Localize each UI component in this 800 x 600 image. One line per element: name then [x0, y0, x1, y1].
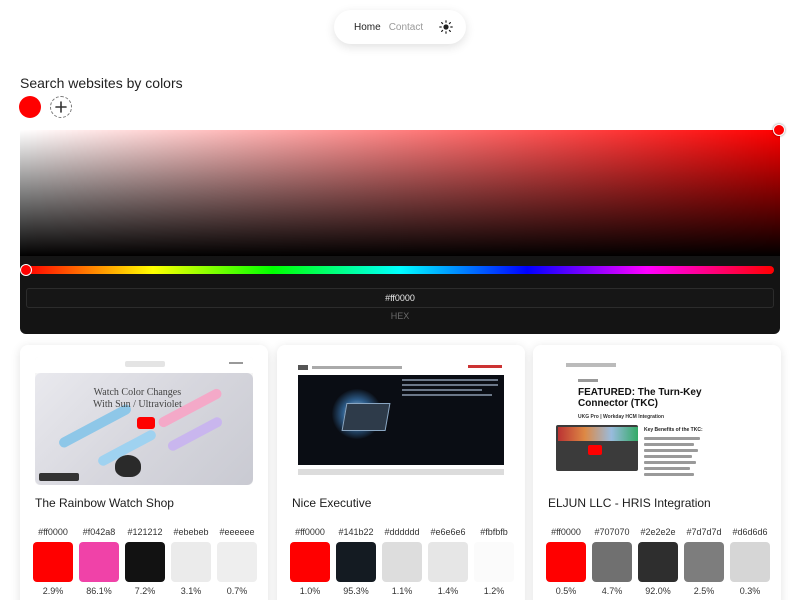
- palette-hex-label: #f042a8: [82, 527, 116, 537]
- palette-hex-label: #dddddd: [384, 527, 420, 537]
- website-screenshot[interactable]: Watch Color Changes With Sun / Ultraviole…: [35, 357, 253, 485]
- palette-color[interactable]: #121212 7.2%: [124, 527, 166, 596]
- palette-percentage: 4.7%: [601, 586, 623, 596]
- website-title[interactable]: ELJUN LLC - HRIS Integration: [548, 496, 711, 510]
- website-card[interactable]: Watch Color Changes With Sun / Ultraviole…: [20, 345, 268, 600]
- youtube-play-icon: [588, 445, 602, 455]
- palette-color[interactable]: #d6d6d6 0.3%: [729, 527, 771, 596]
- palette-swatch[interactable]: [125, 542, 165, 582]
- palette-color[interactable]: #141b22 95.3%: [335, 527, 377, 596]
- search-heading: Search websites by colors: [20, 75, 183, 91]
- palette-percentage: 1.0%: [299, 586, 321, 596]
- palette-color[interactable]: #ff0000 0.5%: [545, 527, 587, 596]
- palette-swatch[interactable]: [474, 542, 514, 582]
- website-title[interactable]: The Rainbow Watch Shop: [35, 496, 174, 510]
- hex-label: HEX: [390, 311, 410, 321]
- palette-hex-label: #141b22: [338, 527, 374, 537]
- palette-hex-label: #ff0000: [551, 527, 581, 537]
- palette-hex-label: #ebebeb: [173, 527, 209, 537]
- palette-hex-label: #2e2e2e: [640, 527, 676, 537]
- nav-home-link[interactable]: Home: [354, 22, 381, 33]
- palette-color[interactable]: #ff0000 2.9%: [32, 527, 74, 596]
- palette-percentage: 1.4%: [437, 586, 459, 596]
- palette-swatch[interactable]: [684, 542, 724, 582]
- hue-handle[interactable]: [20, 264, 32, 276]
- palette-percentage: 2.5%: [693, 586, 715, 596]
- palette-color[interactable]: #707070 4.7%: [591, 527, 633, 596]
- palette-hex-label: #ff0000: [38, 527, 68, 537]
- palette-hex-label: #ff0000: [295, 527, 325, 537]
- palette-color[interactable]: #7d7d7d 2.5%: [683, 527, 725, 596]
- color-palette: #ff0000 2.9% #f042a8 86.1% #121212 7.2% #ebebe…: [32, 527, 258, 596]
- sun-icon[interactable]: [438, 19, 454, 35]
- saturation-handle[interactable]: [773, 124, 785, 136]
- palette-color[interactable]: #ebebeb 3.1%: [170, 527, 212, 596]
- palette-swatch[interactable]: [217, 542, 257, 582]
- palette-swatch[interactable]: [638, 542, 678, 582]
- add-color-button[interactable]: [50, 96, 72, 118]
- palette-percentage: 92.0%: [645, 586, 671, 596]
- website-title[interactable]: Nice Executive: [292, 496, 371, 510]
- screenshot-headline: FEATURED: The Turn-Key Connector (TKC): [578, 387, 702, 409]
- palette-color[interactable]: #fbfbfb 1.2%: [473, 527, 515, 596]
- palette-percentage: 3.1%: [180, 586, 202, 596]
- palette-color[interactable]: #dddddd 1.1%: [381, 527, 423, 596]
- palette-swatch[interactable]: [336, 542, 376, 582]
- palette-percentage: 7.2%: [134, 586, 156, 596]
- color-palette: #ff0000 1.0% #141b22 95.3% #dddddd 1.1% #e6e6e…: [289, 527, 515, 596]
- palette-swatch[interactable]: [79, 542, 119, 582]
- palette-hex-label: #e6e6e6: [430, 527, 466, 537]
- palette-hex-label: #707070: [594, 527, 630, 537]
- palette-percentage: 86.1%: [86, 586, 112, 596]
- palette-swatch[interactable]: [428, 542, 468, 582]
- website-card[interactable]: Nice Executive #ff0000 1.0% #141b22 95.3% #d…: [277, 345, 525, 600]
- palette-percentage: 0.5%: [555, 586, 577, 596]
- palette-percentage: 1.1%: [391, 586, 413, 596]
- youtube-play-icon: [137, 417, 155, 429]
- color-picker: #ff0000 HEX: [20, 124, 785, 334]
- palette-hex-label: #d6d6d6: [732, 527, 768, 537]
- palette-color[interactable]: #eeeeee 0.7%: [216, 527, 258, 596]
- top-nav: Home Contact: [334, 10, 466, 44]
- palette-percentage: 1.2%: [483, 586, 505, 596]
- palette-percentage: 2.9%: [42, 586, 64, 596]
- hex-input[interactable]: #ff0000: [26, 288, 774, 308]
- website-screenshot[interactable]: [292, 357, 510, 485]
- palette-swatch[interactable]: [171, 542, 211, 582]
- nav-contact-link[interactable]: Contact: [389, 22, 423, 33]
- screenshot-caption: Watch Color Changes With Sun / Ultraviole…: [93, 387, 182, 410]
- palette-hex-label: #7d7d7d: [686, 527, 722, 537]
- palette-percentage: 0.7%: [226, 586, 248, 596]
- saturation-value-area[interactable]: [20, 130, 780, 256]
- website-screenshot[interactable]: FEATURED: The Turn-Key Connector (TKC) UK…: [548, 357, 766, 485]
- palette-hex-label: #121212: [127, 527, 163, 537]
- palette-percentage: 95.3%: [343, 586, 369, 596]
- hue-slider[interactable]: [26, 266, 774, 274]
- palette-hex-label: #fbfbfb: [480, 527, 508, 537]
- palette-color[interactable]: #e6e6e6 1.4%: [427, 527, 469, 596]
- palette-color[interactable]: #2e2e2e 92.0%: [637, 527, 679, 596]
- palette-color[interactable]: #f042a8 86.1%: [78, 527, 120, 596]
- palette-swatch[interactable]: [592, 542, 632, 582]
- palette-swatch[interactable]: [382, 542, 422, 582]
- color-palette: #ff0000 0.5% #707070 4.7% #2e2e2e 92.0% #7d7d7…: [545, 527, 771, 596]
- plus-icon: [55, 101, 67, 113]
- palette-swatch[interactable]: [33, 542, 73, 582]
- screenshot-subheading: UKG Pro | Workday HCM Integration: [578, 414, 665, 420]
- palette-swatch[interactable]: [290, 542, 330, 582]
- palette-color[interactable]: #ff0000 1.0%: [289, 527, 331, 596]
- palette-percentage: 0.3%: [739, 586, 761, 596]
- selected-color-swatch[interactable]: [19, 96, 41, 118]
- website-card[interactable]: FEATURED: The Turn-Key Connector (TKC) UK…: [533, 345, 781, 600]
- palette-hex-label: #eeeeee: [219, 527, 255, 537]
- palette-swatch[interactable]: [730, 542, 770, 582]
- palette-swatch[interactable]: [546, 542, 586, 582]
